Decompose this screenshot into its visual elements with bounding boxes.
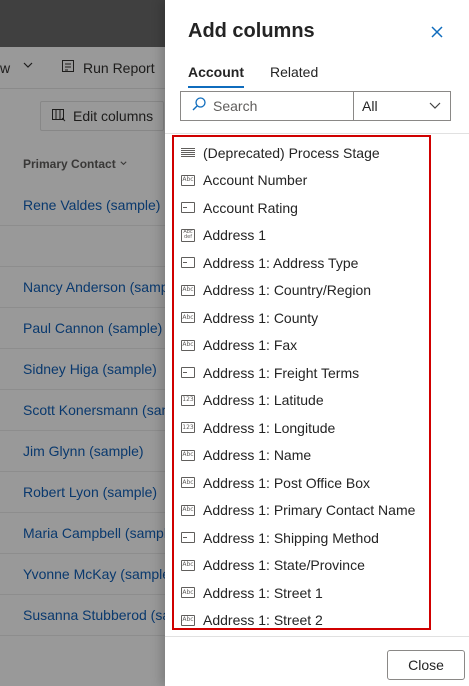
field-label: Address 1: Country/Region bbox=[203, 282, 372, 299]
close-button[interactable]: Close bbox=[387, 650, 465, 680]
field-list-item[interactable]: Abc Address 1: Street 1 bbox=[174, 579, 429, 607]
filter-selected-value: All bbox=[362, 98, 378, 114]
text-icon: Abc bbox=[181, 449, 195, 461]
option-set-icon bbox=[181, 532, 195, 544]
field-list: (Deprecated) Process Stage Abc Account Num… bbox=[172, 135, 431, 630]
search-icon bbox=[191, 96, 207, 117]
field-label: Address 1: County bbox=[203, 309, 319, 326]
option-set-icon bbox=[181, 257, 195, 269]
field-list-item[interactable]: Address 1: Address Type bbox=[174, 249, 429, 277]
close-icon[interactable] bbox=[429, 24, 445, 40]
field-label: Address 1: Post Office Box bbox=[203, 474, 371, 491]
field-label: Address 1: State/Province bbox=[203, 557, 365, 574]
field-label: Account Rating bbox=[203, 199, 298, 216]
field-label: Address 1: Address Type bbox=[203, 254, 359, 271]
text-icon: Abc bbox=[181, 504, 195, 516]
text-icon: Abc bbox=[181, 312, 195, 324]
panel-title: Add columns bbox=[188, 20, 315, 42]
field-type-filter-dropdown[interactable]: All bbox=[353, 91, 451, 121]
multiline-text-icon: Abc def bbox=[181, 228, 195, 242]
field-list-item[interactable]: Abc Address 1: Street 2 bbox=[174, 607, 429, 635]
tab-account[interactable]: Account bbox=[188, 64, 244, 88]
field-list-item[interactable]: (Deprecated) Process Stage bbox=[174, 139, 429, 167]
field-label: Address 1 bbox=[203, 227, 267, 244]
number-icon: 123 bbox=[181, 422, 195, 434]
footer-divider bbox=[165, 636, 469, 637]
field-label: Address 1: Street 2 bbox=[203, 612, 323, 629]
field-list-item[interactable]: Abc Account Number bbox=[174, 167, 429, 195]
text-icon: Abc bbox=[181, 339, 195, 351]
stage-icon bbox=[181, 147, 195, 158]
search-box bbox=[180, 91, 354, 121]
text-icon: Abc bbox=[181, 559, 195, 571]
field-label: Address 1: Fax bbox=[203, 337, 298, 354]
add-columns-panel: Add columns Account Related All (Depreca… bbox=[165, 0, 469, 686]
divider bbox=[165, 133, 469, 134]
field-list-item[interactable]: Abc Address 1: Name bbox=[174, 442, 429, 470]
field-list-item[interactable]: Address 1: Shipping Method bbox=[174, 524, 429, 552]
column-source-tabs: Account Related bbox=[188, 64, 318, 88]
field-label: Address 1: Primary Contact Name bbox=[203, 502, 416, 519]
field-list-item[interactable]: Abc Address 1: Post Office Box bbox=[174, 469, 429, 497]
text-icon: Abc bbox=[181, 174, 195, 186]
text-icon: Abc bbox=[181, 614, 195, 626]
chevron-down-icon bbox=[428, 98, 442, 115]
tab-related[interactable]: Related bbox=[270, 64, 318, 88]
field-label: (Deprecated) Process Stage bbox=[203, 144, 380, 161]
text-icon: Abc bbox=[181, 284, 195, 296]
field-list-item[interactable]: Abc Address 1: Country/Region bbox=[174, 277, 429, 305]
field-list-item[interactable]: Abc Address 1: Primary Contact Name bbox=[174, 497, 429, 525]
field-list-item[interactable]: Address 1: Freight Terms bbox=[174, 359, 429, 387]
field-label: Account Number bbox=[203, 172, 308, 189]
field-list-item[interactable]: Abc Address 1: State/Province bbox=[174, 552, 429, 580]
option-set-icon bbox=[181, 367, 195, 379]
search-input[interactable] bbox=[213, 98, 343, 114]
field-label: Address 1: Longitude bbox=[203, 419, 336, 436]
field-list-item[interactable]: 123 Address 1: Longitude bbox=[174, 414, 429, 442]
field-label: Address 1: Shipping Method bbox=[203, 529, 379, 546]
option-set-icon bbox=[181, 202, 195, 214]
number-icon: 123 bbox=[181, 394, 195, 406]
text-icon: Abc bbox=[181, 587, 195, 599]
field-label: Address 1: Latitude bbox=[203, 392, 324, 409]
text-icon: Abc bbox=[181, 477, 195, 489]
field-list-item[interactable]: Abc def Address 1 bbox=[174, 222, 429, 250]
field-label: Address 1: Street 1 bbox=[203, 584, 323, 601]
field-list-item[interactable]: 123 Address 1: Latitude bbox=[174, 387, 429, 415]
field-list-item[interactable]: Abc Address 1: County bbox=[174, 304, 429, 332]
field-list-item[interactable]: Abc Address 1: Fax bbox=[174, 332, 429, 360]
field-label: Address 1: Freight Terms bbox=[203, 364, 360, 381]
field-label: Address 1: Name bbox=[203, 447, 312, 464]
field-list-item[interactable]: Account Rating bbox=[174, 194, 429, 222]
